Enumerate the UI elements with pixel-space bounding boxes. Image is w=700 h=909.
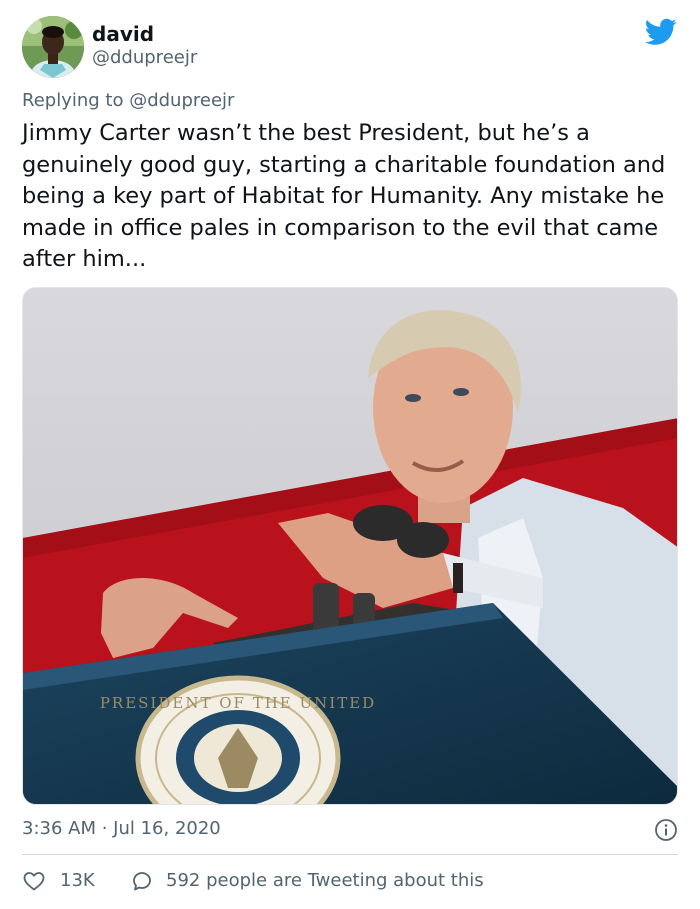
info-icon[interactable]: [654, 818, 678, 842]
tweet-text: Jimmy Carter wasn’t the best President, …: [22, 120, 666, 272]
user-handle[interactable]: @ddupreejr: [92, 47, 197, 69]
avatar[interactable]: [22, 16, 84, 78]
speech-bubble-icon[interactable]: [130, 869, 154, 893]
tweet-image[interactable]: PRESIDENT OF THE UNITED: [22, 287, 678, 805]
replying-to: Replying to @ddupreejr: [22, 90, 234, 112]
tweet-timestamp[interactable]: 3:36 AM · Jul 16, 2020: [22, 818, 221, 840]
seal-text: PRESIDENT OF THE UNITED: [100, 694, 376, 712]
like-count[interactable]: 13K: [60, 870, 95, 892]
replying-prefix: Replying to: [22, 90, 130, 111]
conversation-link[interactable]: 592 people are Tweeting about this: [166, 870, 484, 892]
avatar-photo: [22, 16, 84, 78]
tweet-card: david @ddupreejr Replying to @ddupreejr …: [0, 0, 700, 909]
podium-photo: PRESIDENT OF THE UNITED: [23, 288, 677, 804]
divider: [22, 854, 678, 855]
twitter-bird-icon[interactable]: [645, 18, 677, 46]
display-name[interactable]: david: [92, 22, 154, 46]
replying-handle-link[interactable]: @ddupreejr: [129, 90, 234, 111]
heart-icon[interactable]: [22, 869, 46, 893]
